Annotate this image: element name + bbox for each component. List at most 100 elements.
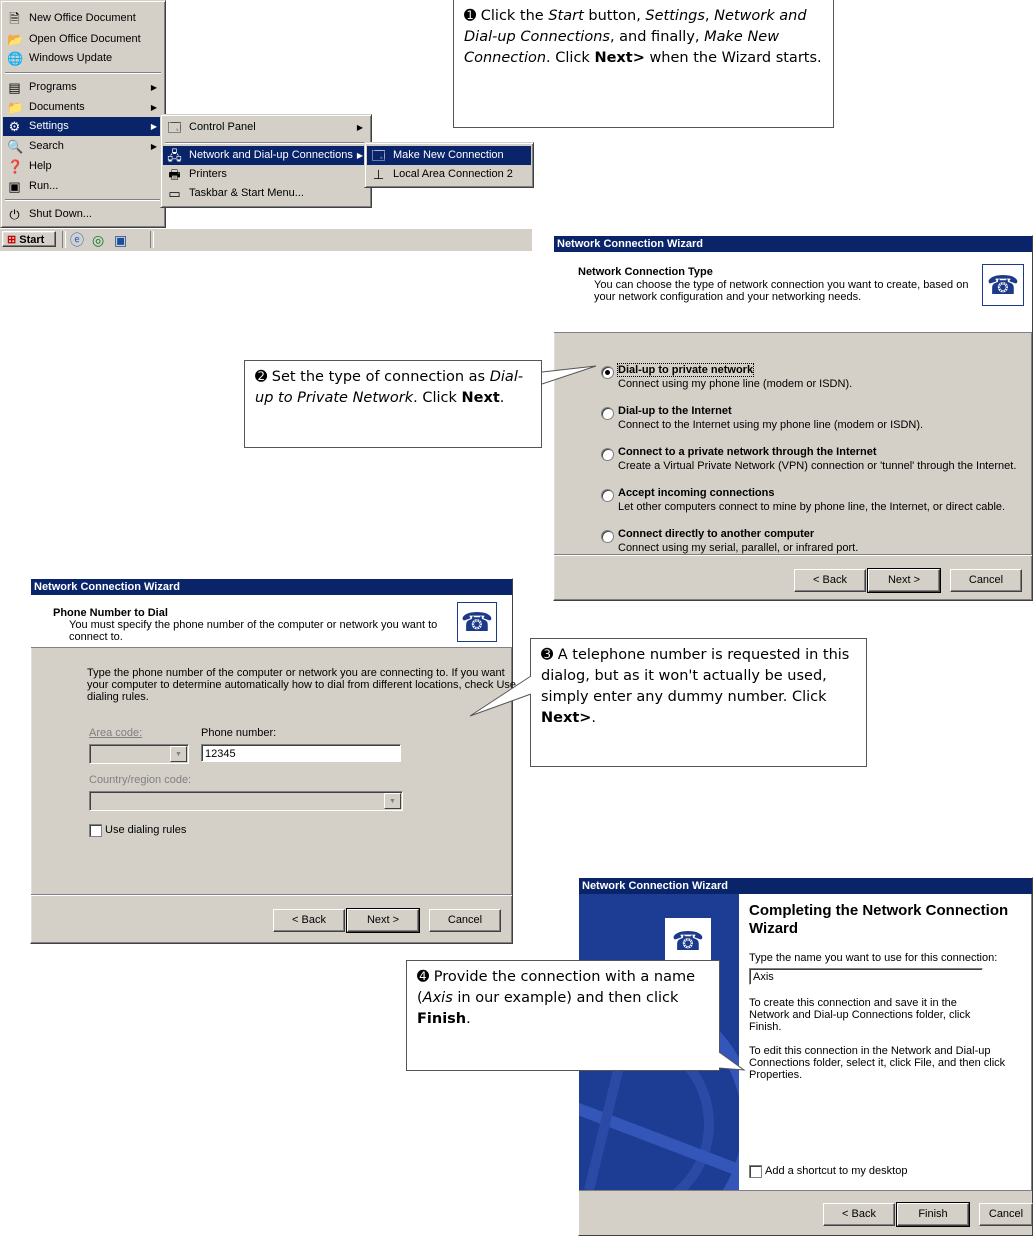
menu-item-open-office-document[interactable]: 📂 Open Office Document — [3, 30, 163, 49]
option-title[interactable]: Accept incoming connections — [618, 487, 774, 499]
start-button[interactable]: ⊞ Start — [2, 231, 56, 247]
settings-submenu: 🗔 Control Panel ▶ 🖧 Network and Dial-up Con… — [160, 114, 372, 208]
info-text: To edit this connection in the Network a… — [749, 1045, 991, 1057]
printer-icon: 🖶 — [168, 167, 181, 182]
info-text: Connections folder, select it, click Fil… — [749, 1057, 1006, 1069]
next-button[interactable]: Next > — [867, 568, 941, 593]
taskbar-icon: ▭ — [168, 186, 181, 201]
window-titlebar[interactable]: Network Connection Wizard — [31, 579, 512, 595]
menu-separator — [165, 142, 367, 144]
network-connections-icon: 🖧 — [167, 148, 182, 163]
info-text: Properties. — [749, 1069, 803, 1081]
menu-item-programs[interactable]: ▤ Programs ▶ — [3, 78, 163, 97]
radio-connect-directly[interactable] — [601, 530, 614, 543]
internet-explorer-icon[interactable]: ⓔ — [70, 231, 88, 249]
submenu-arrow-icon: ▶ — [150, 142, 157, 151]
completion-heading: Completing the Network Connection — [749, 902, 1009, 919]
completion-heading: Wizard — [749, 920, 799, 937]
menu-item-windows-update[interactable]: 🌐 Windows Update — [3, 49, 163, 68]
option-title[interactable]: Connect to a private network through the… — [618, 446, 877, 458]
callout-step-2: ➋ Set the type of connection as Dial-up … — [244, 360, 542, 448]
menu-item-printers[interactable]: 🖶 Printers — [163, 165, 369, 184]
submenu-arrow-icon: ▶ — [356, 123, 363, 132]
submenu-arrow-icon: ▶ — [150, 103, 157, 112]
radio-dialup-private[interactable] — [601, 366, 614, 379]
option-description: Connect to the Internet using my phone l… — [618, 419, 924, 431]
footer-separator — [31, 894, 512, 896]
window-titlebar[interactable]: Network Connection Wizard — [554, 236, 1032, 252]
callout-step-4: ➍ Provide the connection with a name (Ax… — [406, 960, 720, 1071]
use-dialing-rules-label[interactable]: Use dialing rules — [105, 824, 186, 836]
documents-icon: 📁 — [7, 100, 24, 115]
cancel-button[interactable]: Cancel — [979, 1203, 1033, 1226]
radio-accept-incoming[interactable] — [601, 489, 614, 502]
option-description: Connect using my serial, parallel, or in… — [618, 542, 859, 554]
open-folder-icon: 📂 — [7, 32, 24, 47]
back-button[interactable]: < Back — [823, 1203, 895, 1226]
menu-item-run[interactable]: ▣ Run... — [3, 177, 163, 196]
header-description: your network configuration and your netw… — [594, 291, 862, 303]
callout-pointer — [469, 675, 532, 717]
page-title: Phone Number to Dial — [53, 607, 168, 619]
wizard-footer: < Back Finish Cancel — [579, 1190, 1033, 1235]
footer-separator — [554, 554, 1032, 556]
menu-item-help[interactable]: ❓ Help — [3, 157, 163, 176]
info-text: Network and Dial-up Connections folder, … — [749, 1009, 971, 1021]
callout-pointer — [718, 1051, 746, 1071]
submenu-arrow-icon: ▶ — [356, 151, 363, 160]
menu-item-local-area-connection[interactable]: ⊥ Local Area Connection 2 — [367, 165, 531, 184]
menu-item-make-new-connection[interactable]: 🗔 Make New Connection — [367, 146, 531, 165]
radio-connect-private-net-internet[interactable] — [601, 448, 614, 461]
menu-separator — [5, 199, 161, 201]
submenu-arrow-icon: ▶ — [150, 122, 157, 131]
lan-icon: ⊥ — [372, 167, 385, 182]
back-button[interactable]: < Back — [794, 569, 866, 592]
run-icon: ▣ — [8, 179, 21, 194]
outlook-icon[interactable]: ◎ — [92, 231, 110, 249]
add-shortcut-checkbox[interactable] — [749, 1165, 762, 1178]
network-connection-icon: ☎ — [982, 264, 1024, 306]
use-dialing-rules-checkbox[interactable] — [89, 824, 102, 837]
wizard-header: Phone Number to Dial You must specify th… — [31, 595, 512, 648]
new-connection-icon: 🗔 — [371, 148, 386, 163]
wizard-phone-number: Network Connection Wizard Phone Number t… — [30, 578, 516, 944]
cancel-button[interactable]: Cancel — [429, 909, 501, 932]
menu-item-shut-down[interactable]: ⏻ Shut Down... — [3, 205, 163, 224]
option-title[interactable]: Connect directly to another computer — [618, 528, 814, 540]
area-code-label: Area code: — [89, 727, 143, 739]
instructions-text: dialing rules. — [87, 691, 149, 703]
network-submenu: 🗔 Make New Connection ⊥ Local Area Connect… — [364, 142, 534, 188]
menu-item-documents[interactable]: 📁 Documents ▶ — [3, 98, 163, 117]
menu-item-control-panel[interactable]: 🗔 Control Panel ▶ — [163, 118, 369, 137]
header-description: You must specify the phone number of the… — [69, 619, 438, 631]
add-shortcut-label[interactable]: Add a shortcut to my desktop — [765, 1165, 907, 1177]
option-title[interactable]: Dial-up to private network — [616, 363, 755, 377]
shutdown-icon: ⏻ — [9, 207, 20, 222]
info-text: To create this connection and save it in… — [749, 997, 957, 1009]
phone-number-input[interactable]: 12345 — [201, 744, 401, 762]
windows-logo-icon: ⊞ — [7, 234, 17, 246]
callout-step-1: ➊ Click the Start button, Settings, Netw… — [453, 0, 834, 128]
info-text: Finish. — [749, 1021, 782, 1033]
instructions-text: your computer to determine automatically… — [87, 679, 516, 691]
radio-dialup-internet[interactable] — [601, 407, 614, 420]
menu-item-search[interactable]: 🔍 Search ▶ — [3, 137, 163, 156]
settings-icon: ⚙ — [8, 119, 21, 134]
option-title[interactable]: Dial-up to the Internet — [618, 405, 732, 417]
next-button[interactable]: Next > — [346, 908, 420, 933]
connection-name-input[interactable]: Axis — [749, 968, 983, 985]
menu-item-new-office-document[interactable]: 🗎 New Office Document — [3, 9, 163, 28]
office-doc-icon: 🗎 — [9, 11, 20, 26]
instructions-text: Type the phone number of the computer or… — [87, 667, 505, 679]
window-titlebar[interactable]: Network Connection Wizard — [579, 878, 1032, 894]
cancel-button[interactable]: Cancel — [950, 569, 1022, 592]
finish-button[interactable]: Finish — [896, 1202, 970, 1227]
menu-item-taskbar[interactable]: ▭ Taskbar & Start Menu... — [163, 184, 369, 203]
start-menu: 🗎 New Office Document 📂 Open Office Docume… — [0, 0, 166, 228]
menu-item-network-dialup[interactable]: 🖧 Network and Dial-up Connections ▶ — [163, 146, 369, 165]
chevron-down-icon: ▼ — [384, 793, 401, 809]
show-desktop-icon[interactable]: ▣ — [114, 231, 132, 249]
back-button[interactable]: < Back — [273, 909, 345, 932]
option-description: Let other computers connect to mine by p… — [618, 501, 1006, 513]
menu-item-settings[interactable]: ⚙ Settings ▶ — [3, 117, 163, 136]
